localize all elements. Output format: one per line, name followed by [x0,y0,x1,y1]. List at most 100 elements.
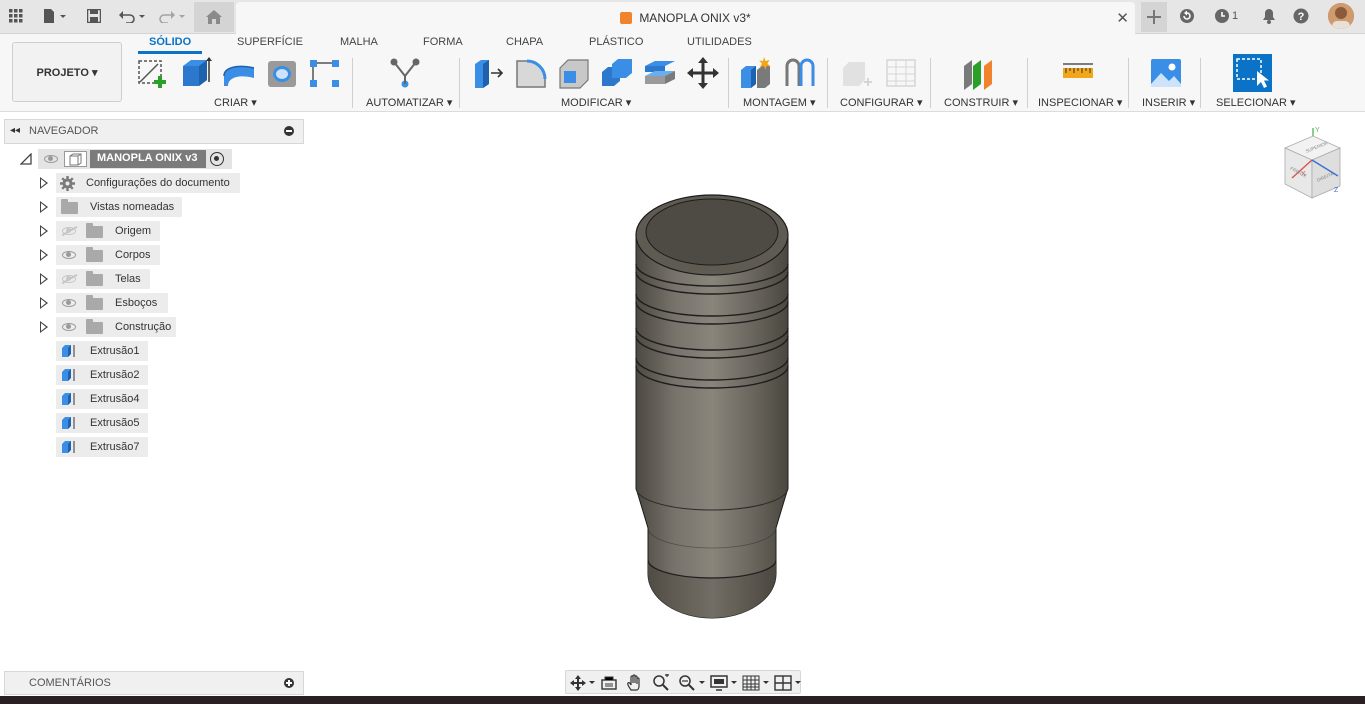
configure-body-icon[interactable] [840,56,874,90]
expand-arrow-icon[interactable] [40,321,48,333]
automate-icon[interactable] [388,56,422,90]
axis-z-label: Z [1334,187,1339,194]
browser-label: Extrusão7 [90,441,140,453]
select-cursor-icon [1236,58,1269,88]
browser-label: Corpos [115,249,151,261]
group-select[interactable]: SELECIONAR ▾ [1216,96,1296,109]
visibility-hidden-icon[interactable] [62,275,76,283]
user-avatar[interactable] [1328,3,1354,29]
folder-icon [86,223,103,238]
look-at-icon[interactable] [600,675,618,691]
project-button[interactable]: PROJETO ▾ [12,42,122,102]
redo-icon[interactable] [158,4,188,28]
group-assemble[interactable]: MONTAGEM ▾ [743,96,816,109]
offset-plane-icon[interactable] [962,56,996,90]
visibility-eye-icon[interactable] [62,299,76,307]
file-menu-icon[interactable] [40,4,70,28]
visibility-hidden-icon[interactable] [62,227,76,235]
browser-panel-header: ◂◂ NAVEGADOR [4,119,304,144]
help-icon[interactable]: ? [1292,4,1310,28]
extrude-icon[interactable] [179,56,213,90]
tab-form[interactable]: FORMA [423,36,463,48]
divider [1128,58,1129,108]
bell-icon[interactable] [1260,4,1278,28]
group-modify[interactable]: MODIFICAR ▾ [561,96,631,109]
group-construct[interactable]: CONSTRUIR ▾ [944,96,1018,109]
comments-panel[interactable]: COMENTÁRIOS [4,671,304,695]
extrude-feature-icon [62,369,75,381]
press-pull-icon[interactable] [471,56,505,90]
tab-solid[interactable]: SÓLIDO [149,36,191,48]
group-insert[interactable]: INSERIR ▾ [1142,96,1195,109]
expand-arrow-icon[interactable] [40,177,48,189]
insert-image-icon[interactable] [1149,56,1183,90]
grid-settings-icon[interactable] [742,674,770,692]
browser-label: Esboços [115,297,158,309]
document-tab[interactable]: MANOPLA ONIX v3* ✕ [236,2,1135,34]
collapse-root-icon[interactable] [19,152,32,165]
tab-plastic[interactable]: PLÁSTICO [589,36,643,48]
move-icon[interactable] [686,56,720,90]
expand-arrow-icon[interactable] [40,249,48,261]
component-icon [64,151,87,167]
expand-arrow-icon[interactable] [40,201,48,213]
zoom-window-icon[interactable] [678,674,706,692]
tab-surface[interactable]: SUPERFÍCIE [237,36,303,48]
tab-mesh[interactable]: MALHA [340,36,378,48]
display-settings-icon[interactable] [710,674,738,692]
expand-arrow-icon[interactable] [40,273,48,285]
save-icon[interactable] [86,4,102,28]
orbit-icon[interactable] [570,675,596,691]
measure-icon[interactable] [1061,56,1095,90]
offset-face-icon[interactable] [643,56,677,90]
visibility-eye-icon[interactable] [62,251,76,259]
add-comment-icon[interactable] [284,678,294,688]
toolbar-ribbon: PROJETO ▾ SÓLIDO SUPERFÍCIE MALHA FORMA … [0,34,1365,112]
browser-label: Construção [115,321,172,333]
browser-label: Extrusão5 [90,417,140,429]
create-sketch-icon[interactable] [136,56,170,90]
sync-icon[interactable] [1178,4,1196,28]
new-tab-icon[interactable] [1141,2,1167,32]
new-component-icon[interactable] [739,56,773,90]
visibility-eye-icon[interactable] [44,155,58,163]
viewcube[interactable]: Y X Z SUPERIOR FRENTE DIREITA [1280,126,1350,204]
rectangular-pattern-icon[interactable] [308,56,342,90]
configuration-table-icon[interactable] [884,56,918,90]
group-create[interactable]: CRIAR ▾ [214,96,257,109]
zoom-icon[interactable] [652,674,670,692]
viewports-icon[interactable] [774,674,802,692]
visibility-eye-icon[interactable] [62,323,76,331]
revolve-icon[interactable] [222,56,256,90]
combine-icon[interactable] [600,56,634,90]
comments-title: COMENTÁRIOS [29,677,111,689]
hole-icon[interactable] [265,56,299,90]
job-status-button[interactable]: 1 [1210,4,1242,28]
activate-component-icon[interactable] [210,152,224,166]
undo-icon[interactable] [118,4,148,28]
extrude-feature-icon [62,417,75,429]
active-tab-indicator [138,51,202,54]
app-grid-icon[interactable] [6,4,26,28]
close-tab-icon[interactable]: ✕ [1116,9,1129,27]
tab-utilities[interactable]: UTILIDADES [687,36,752,48]
tab-sheet-metal[interactable]: CHAPA [506,36,543,48]
fillet-icon[interactable] [514,56,548,90]
browser-label: Telas [115,273,141,285]
divider [352,58,353,108]
extrude-feature-icon [62,345,75,357]
joint-icon[interactable] [783,56,817,90]
home-icon[interactable] [194,2,234,32]
3d-model-knob[interactable] [630,188,794,624]
expand-arrow-icon[interactable] [40,297,48,309]
root-component-name[interactable]: MANOPLA ONIX v3 [97,152,197,164]
pan-icon[interactable] [626,674,644,692]
group-automate[interactable]: AUTOMATIZAR ▾ [366,96,452,109]
shell-icon[interactable] [557,56,591,90]
collapse-panel-icon[interactable]: ◂◂ [10,125,20,136]
expand-arrow-icon[interactable] [40,225,48,237]
select-button[interactable] [1233,54,1272,92]
minimize-panel-icon[interactable] [284,126,294,136]
group-inspect[interactable]: INSPECIONAR ▾ [1038,96,1122,109]
group-configure[interactable]: CONFIGURAR ▾ [840,96,923,109]
